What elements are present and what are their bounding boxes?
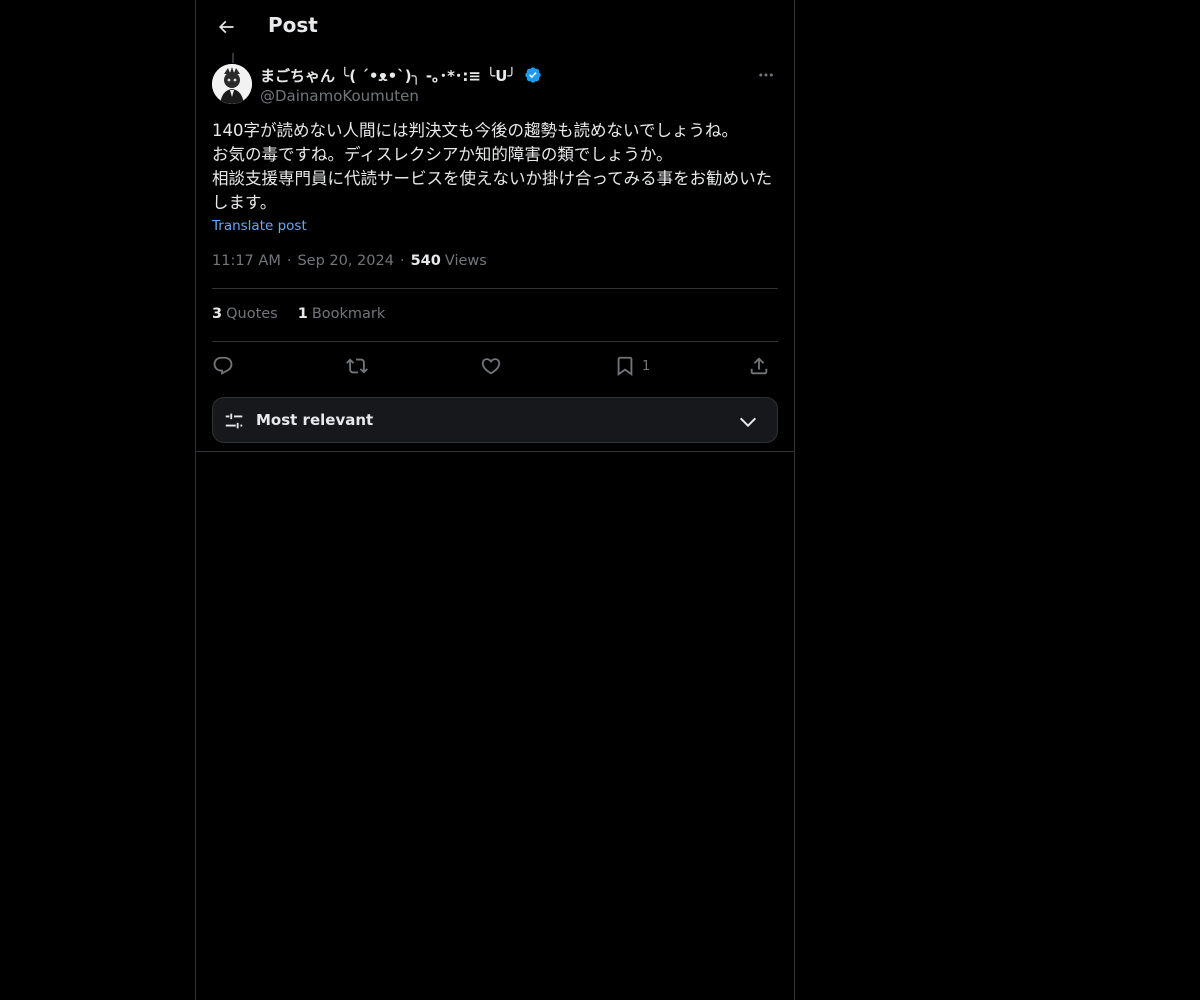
replies-sort-dropdown[interactable]: Most relevant — [212, 397, 778, 443]
translate-post-link[interactable]: Translate post — [212, 218, 307, 234]
repost-icon — [346, 358, 368, 374]
quotes-stat[interactable]: 3 Quotes — [212, 306, 278, 322]
views-count: 540 — [410, 253, 441, 269]
separator-dot: · — [286, 253, 292, 269]
display-name-row: まごちゃん ╰( ´•ᴥ•`)╮ -｡･*･:≡ ╰U╯ — [260, 64, 542, 86]
bookmarks-stat[interactable]: 1 Bookmark — [298, 306, 386, 322]
more-icon — [759, 73, 773, 77]
bookmarks-count: 1 — [297, 306, 308, 322]
post-metadata: 11:17 AM · Sep 20, 2024 · 540 Views — [212, 253, 487, 269]
page-header: Post — [196, 0, 794, 53]
verified-badge-icon[interactable] — [524, 66, 542, 84]
quotes-label: Quotes — [226, 306, 278, 322]
post-date[interactable]: Sep 20, 2024 — [297, 253, 394, 269]
reply-button[interactable] — [212, 350, 234, 382]
page-title: Post — [268, 13, 318, 37]
back-arrow-icon — [218, 20, 234, 34]
section-divider — [196, 451, 794, 452]
more-button[interactable] — [754, 64, 778, 86]
separator-dot: · — [399, 253, 405, 269]
avatar-image — [212, 64, 252, 104]
post-stats: 3 Quotes 1 Bookmark — [212, 306, 385, 322]
chevron-down-icon — [739, 417, 757, 428]
divider — [212, 288, 778, 289]
bookmark-button[interactable]: 1 — [614, 350, 650, 382]
bookmarks-label: Bookmark — [311, 306, 386, 322]
avatar[interactable] — [212, 64, 252, 104]
repost-button[interactable] — [346, 350, 368, 382]
bookmark-count: 1 — [642, 358, 651, 374]
post-author-row: まごちゃん ╰( ´•ᴥ•`)╮ -｡･*･:≡ ╰U╯ @DainamoKou… — [212, 64, 778, 108]
bookmark-icon — [617, 356, 633, 377]
author-display-name[interactable]: まごちゃん ╰( ´•ᴥ•`)╮ -｡･*･:≡ ╰U╯ — [260, 65, 516, 86]
quotes-count: 3 — [212, 306, 223, 322]
share-icon — [750, 357, 768, 375]
post-time[interactable]: 11:17 AM — [212, 253, 281, 269]
author-name-block: まごちゃん ╰( ´•ᴥ•`)╮ -｡･*･:≡ ╰U╯ @DainamoKou… — [260, 64, 542, 105]
views-label: Views — [444, 253, 487, 269]
thread-connector-line — [232, 53, 234, 63]
reply-icon — [213, 356, 233, 375]
divider — [212, 341, 778, 342]
sort-label: Most relevant — [256, 411, 374, 429]
author-handle[interactable]: @DainamoKoumuten — [260, 87, 542, 105]
primary-column: Post まごちゃん ╰( ´•ᴥ•`)╮ -｡･*･:≡ ╰U╯ @Daina… — [195, 0, 795, 1000]
like-button[interactable] — [480, 350, 502, 382]
post-text: 140字が読めない人間には判決文も今後の趨勢も読めないでしょうね。 お気の毒です… — [212, 121, 773, 212]
action-bar: 1 — [212, 350, 778, 382]
share-button[interactable] — [748, 350, 770, 382]
sort-settings-icon — [225, 413, 243, 429]
back-button[interactable] — [208, 9, 244, 45]
like-icon — [481, 358, 501, 375]
